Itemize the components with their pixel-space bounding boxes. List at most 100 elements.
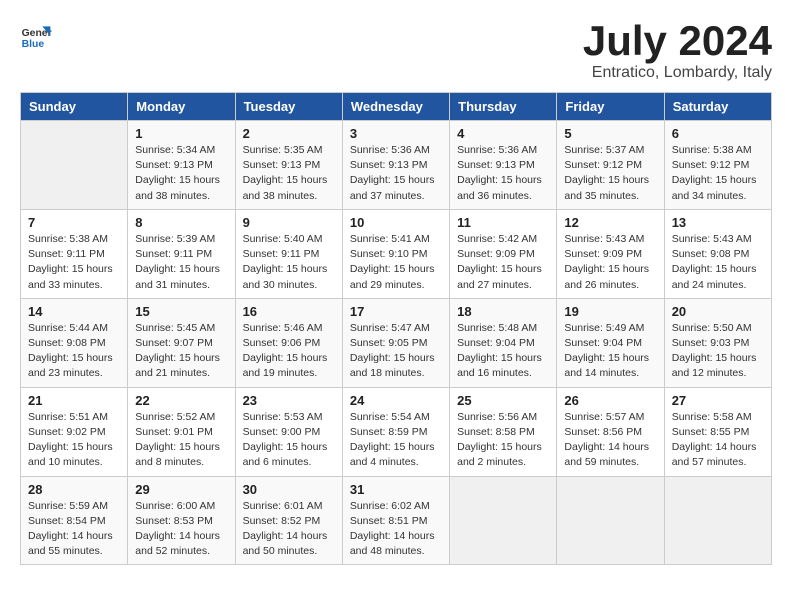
day-info: Sunrise: 5:45 AMSunset: 9:07 PMDaylight:… [135,321,227,382]
day-number: 23 [243,393,335,408]
day-info: Sunrise: 5:42 AMSunset: 9:09 PMDaylight:… [457,232,549,293]
col-thursday: Thursday [450,93,557,121]
calendar-cell [557,476,664,565]
day-number: 12 [564,215,656,230]
day-number: 22 [135,393,227,408]
day-info: Sunrise: 5:59 AMSunset: 8:54 PMDaylight:… [28,499,120,560]
day-number: 17 [350,304,442,319]
calendar-cell: 19 Sunrise: 5:49 AMSunset: 9:04 PMDayligh… [557,298,664,387]
calendar-cell: 2Sunrise: 5:35 AMSunset: 9:13 PMDaylight… [235,121,342,210]
calendar-cell: 3 Sunrise: 5:36 AMSunset: 9:13 PMDaylight… [342,121,449,210]
day-number: 19 [564,304,656,319]
day-info: Sunrise: 5:54 AMSunset: 8:59 PMDaylight:… [350,410,442,471]
day-info: Sunrise: 5:46 AMSunset: 9:06 PMDaylight:… [243,321,335,382]
day-number: 29 [135,482,227,497]
calendar-cell: 1 Sunrise: 5:34 AMSunset: 9:13 PMDaylight… [128,121,235,210]
calendar-cell: 18 Sunrise: 5:48 AMSunset: 9:04 PMDayligh… [450,298,557,387]
day-number: 8 [135,215,227,230]
day-info: Sunrise: 5:37 AMSunset: 9:12 PMDaylight:… [564,143,656,204]
calendar-cell: 28 Sunrise: 5:59 AMSunset: 8:54 PMDayligh… [21,476,128,565]
calendar-table: Sunday Monday Tuesday Wednesday Thursday… [20,92,772,565]
calendar-cell: 16 Sunrise: 5:46 AMSunset: 9:06 PMDayligh… [235,298,342,387]
day-info: Sunrise: 5:49 AMSunset: 9:04 PMDaylight:… [564,321,656,382]
calendar-week-5: 28 Sunrise: 5:59 AMSunset: 8:54 PMDayligh… [21,476,772,565]
col-saturday: Saturday [664,93,771,121]
day-info: Sunrise: 6:02 AMSunset: 8:51 PMDaylight:… [350,499,442,560]
page-subtitle: Entratico, Lombardy, Italy [583,64,772,82]
calendar-cell: 29 Sunrise: 6:00 AMSunset: 8:53 PMDayligh… [128,476,235,565]
day-info: Sunrise: 5:47 AMSunset: 9:05 PMDaylight:… [350,321,442,382]
day-info: Sunrise: 5:35 AMSunset: 9:13 PMDaylight:… [243,143,335,204]
calendar-cell: 10 Sunrise: 5:41 AMSunset: 9:10 PMDayligh… [342,209,449,298]
day-number: 9 [243,215,335,230]
calendar-cell: 30 Sunrise: 6:01 AMSunset: 8:52 PMDayligh… [235,476,342,565]
day-info: Sunrise: 5:41 AMSunset: 9:10 PMDaylight:… [350,232,442,293]
col-friday: Friday [557,93,664,121]
day-number: 1 [135,126,227,141]
calendar-cell: 25Sunrise: 5:56 AMSunset: 8:58 PMDayligh… [450,387,557,476]
col-sunday: Sunday [21,93,128,121]
day-info: Sunrise: 5:36 AMSunset: 9:13 PMDaylight:… [350,143,442,204]
day-number: 30 [243,482,335,497]
title-area: July 2024 Entratico, Lombardy, Italy [583,20,772,82]
col-tuesday: Tuesday [235,93,342,121]
day-number: 26 [564,393,656,408]
calendar-cell: 22Sunrise: 5:52 AMSunset: 9:01 PMDayligh… [128,387,235,476]
day-number: 16 [243,304,335,319]
day-number: 31 [350,482,442,497]
day-info: Sunrise: 5:57 AMSunset: 8:56 PMDaylight:… [564,410,656,471]
day-info: Sunrise: 5:50 AMSunset: 9:03 PMDaylight:… [672,321,764,382]
day-number: 6 [672,126,764,141]
calendar-cell: 5 Sunrise: 5:37 AMSunset: 9:12 PMDaylight… [557,121,664,210]
day-info: Sunrise: 5:43 AMSunset: 9:08 PMDaylight:… [672,232,764,293]
calendar-cell [450,476,557,565]
calendar-cell: 21Sunrise: 5:51 AMSunset: 9:02 PMDayligh… [21,387,128,476]
logo-icon: General Blue [20,20,52,52]
day-number: 4 [457,126,549,141]
calendar-cell: 24 Sunrise: 5:54 AMSunset: 8:59 PMDayligh… [342,387,449,476]
calendar-cell: 20Sunrise: 5:50 AMSunset: 9:03 PMDayligh… [664,298,771,387]
calendar-week-4: 21Sunrise: 5:51 AMSunset: 9:02 PMDayligh… [21,387,772,476]
calendar-header-row: Sunday Monday Tuesday Wednesday Thursday… [21,93,772,121]
day-info: Sunrise: 5:38 AMSunset: 9:11 PMDaylight:… [28,232,120,293]
day-info: Sunrise: 5:43 AMSunset: 9:09 PMDaylight:… [564,232,656,293]
day-info: Sunrise: 5:36 AMSunset: 9:13 PMDaylight:… [457,143,549,204]
calendar-cell: 26 Sunrise: 5:57 AMSunset: 8:56 PMDayligh… [557,387,664,476]
calendar-week-3: 14Sunrise: 5:44 AMSunset: 9:08 PMDayligh… [21,298,772,387]
page-title: July 2024 [583,20,772,62]
day-number: 27 [672,393,764,408]
calendar-cell: 27 Sunrise: 5:58 AMSunset: 8:55 PMDayligh… [664,387,771,476]
day-info: Sunrise: 5:48 AMSunset: 9:04 PMDaylight:… [457,321,549,382]
logo: General Blue [20,20,52,52]
calendar-week-1: 1 Sunrise: 5:34 AMSunset: 9:13 PMDaylight… [21,121,772,210]
calendar-cell [664,476,771,565]
calendar-cell: 4 Sunrise: 5:36 AMSunset: 9:13 PMDaylight… [450,121,557,210]
day-info: Sunrise: 5:58 AMSunset: 8:55 PMDaylight:… [672,410,764,471]
col-wednesday: Wednesday [342,93,449,121]
day-number: 7 [28,215,120,230]
day-number: 10 [350,215,442,230]
day-number: 5 [564,126,656,141]
day-number: 13 [672,215,764,230]
header: General Blue July 2024 Entratico, Lombar… [20,20,772,82]
day-info: Sunrise: 5:53 AMSunset: 9:00 PMDaylight:… [243,410,335,471]
day-info: Sunrise: 5:40 AMSunset: 9:11 PMDaylight:… [243,232,335,293]
day-number: 28 [28,482,120,497]
day-number: 24 [350,393,442,408]
calendar-cell: 9 Sunrise: 5:40 AMSunset: 9:11 PMDaylight… [235,209,342,298]
day-info: Sunrise: 5:34 AMSunset: 9:13 PMDaylight:… [135,143,227,204]
day-info: Sunrise: 6:01 AMSunset: 8:52 PMDaylight:… [243,499,335,560]
calendar-cell: 14Sunrise: 5:44 AMSunset: 9:08 PMDayligh… [21,298,128,387]
day-number: 3 [350,126,442,141]
calendar-cell: 23 Sunrise: 5:53 AMSunset: 9:00 PMDayligh… [235,387,342,476]
calendar-cell: 11Sunrise: 5:42 AMSunset: 9:09 PMDayligh… [450,209,557,298]
day-info: Sunrise: 5:51 AMSunset: 9:02 PMDaylight:… [28,410,120,471]
day-number: 14 [28,304,120,319]
calendar-cell: 13 Sunrise: 5:43 AMSunset: 9:08 PMDayligh… [664,209,771,298]
day-info: Sunrise: 5:56 AMSunset: 8:58 PMDaylight:… [457,410,549,471]
day-info: Sunrise: 6:00 AMSunset: 8:53 PMDaylight:… [135,499,227,560]
calendar-cell [21,121,128,210]
calendar-cell: 12 Sunrise: 5:43 AMSunset: 9:09 PMDayligh… [557,209,664,298]
day-number: 18 [457,304,549,319]
calendar-cell: 6Sunrise: 5:38 AMSunset: 9:12 PMDaylight… [664,121,771,210]
